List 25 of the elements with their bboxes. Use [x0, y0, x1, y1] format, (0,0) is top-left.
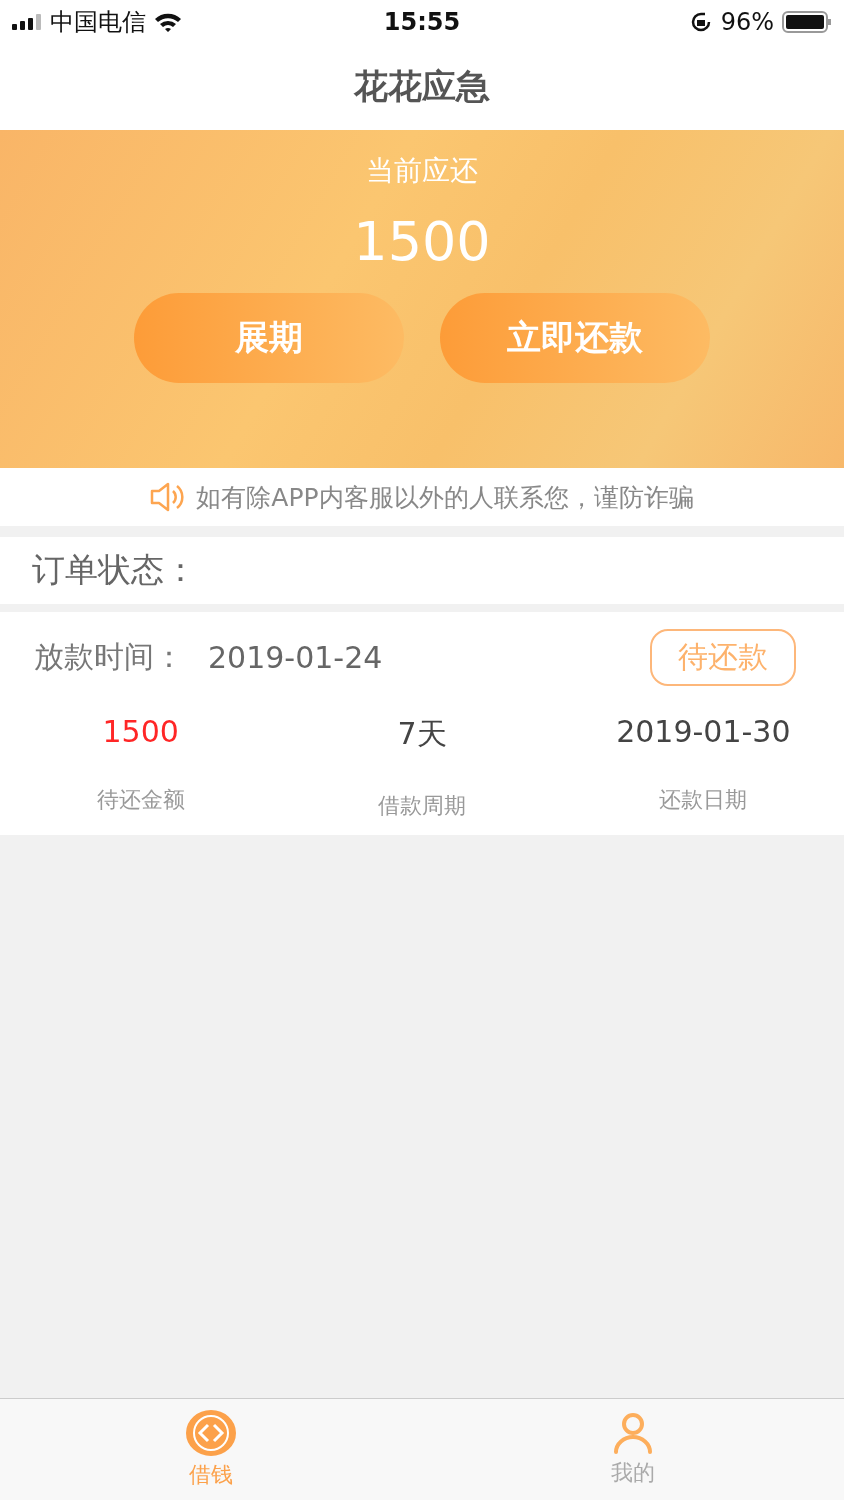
loan-date: 2019-01-24: [208, 639, 384, 675]
fraud-warning: 如有除APP内客服以外的人联系您，谨防诈骗: [196, 481, 694, 514]
loan-date-label: 放款时间：: [34, 637, 184, 676]
stat-value: 2019-01-30: [616, 714, 791, 749]
stat-label: 还款日期: [659, 786, 748, 814]
stat-value: 1500: [102, 714, 179, 749]
extend-button[interactable]: 展期: [134, 293, 404, 383]
page-title: 花花应急: [354, 65, 490, 108]
tab-label[interactable]: 借钱: [189, 1459, 233, 1490]
stat-label: 借款周期: [378, 792, 466, 820]
repay-button[interactable]: 立即还款: [440, 293, 710, 383]
amount-caption: 当前应还: [366, 153, 478, 189]
status-badge: 待还款: [650, 628, 796, 686]
speaker-icon: [150, 481, 185, 513]
battery-percent: 96%: [720, 8, 774, 36]
signal-icon: [12, 14, 42, 30]
carrier-name: 中国电信: [50, 7, 146, 38]
stat-value: 7天: [397, 715, 447, 753]
clock-time: 15:55: [383, 8, 461, 36]
amount-due: 1500: [353, 210, 491, 273]
wifi-icon: [154, 12, 182, 32]
order-status-label: 订单状态：: [32, 549, 197, 591]
battery-icon: [782, 11, 832, 33]
tab-label[interactable]: 我的: [611, 1457, 655, 1488]
stat-label: 待还金额: [96, 786, 185, 814]
